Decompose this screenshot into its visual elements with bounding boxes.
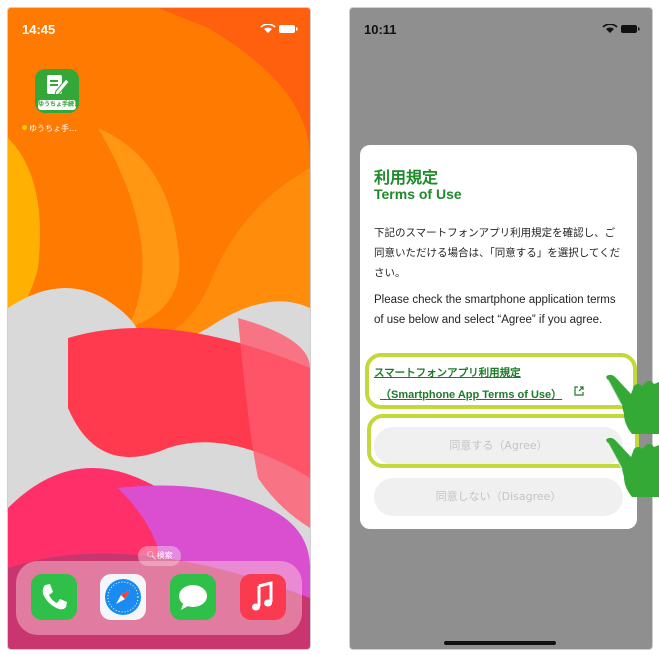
terms-dialog: 利用規定 Terms of Use 下記のスマートフォンアプリ利用規定を確認し、… bbox=[360, 145, 637, 529]
wifi-battery-icon bbox=[602, 24, 640, 33]
new-badge-dot bbox=[22, 125, 27, 130]
disagree-button[interactable]: 同意しない（Disagree） bbox=[374, 478, 623, 516]
music-app-icon[interactable] bbox=[240, 574, 286, 620]
dialog-body-jp: 下記のスマートフォンアプリ利用規定を確認し、ご同意いただける場合は、「同意する」… bbox=[374, 227, 621, 279]
agree-highlight bbox=[367, 414, 639, 468]
phone-app-icon[interactable] bbox=[31, 574, 77, 620]
app-name[interactable]: ゆうちょ手… bbox=[22, 123, 94, 134]
dialog-title: 利用規定 bbox=[374, 168, 439, 187]
status-time: 10:11 bbox=[364, 22, 397, 37]
home-screen: 14:45 ゆうちょ手続き ゆうちょ手… 🔍︎検索 bbox=[7, 7, 311, 650]
status-bar: 10:11 bbox=[350, 8, 652, 42]
document-pen-icon bbox=[47, 75, 70, 96]
dialog-body-en: Please check the smartphone application … bbox=[374, 294, 616, 326]
app-name-text: ゆうちょ手… bbox=[29, 124, 77, 133]
dialog-subtitle: Terms of Use bbox=[374, 186, 462, 202]
search-label: 検索 bbox=[156, 551, 173, 560]
wifi-battery-icon bbox=[260, 24, 298, 33]
link-highlight bbox=[365, 353, 637, 409]
phone-icon bbox=[42, 584, 67, 610]
safari-app-icon[interactable] bbox=[100, 574, 146, 620]
status-time: 14:45 bbox=[22, 22, 56, 37]
messages-app-icon[interactable] bbox=[170, 574, 216, 620]
safari-icon bbox=[105, 579, 141, 615]
terms-screen: 10:11 利用規定 Terms of Use 下記のスマートフォンアプリ利用規… bbox=[349, 7, 653, 650]
messages-icon bbox=[179, 585, 207, 610]
home-indicator bbox=[444, 641, 556, 645]
yucho-app-icon[interactable]: ゆうちょ手続き bbox=[35, 69, 79, 113]
music-icon bbox=[252, 581, 273, 611]
app-icon-label: ゆうちょ手続き bbox=[38, 100, 76, 110]
pointing-hand-icon bbox=[606, 374, 659, 434]
dock bbox=[16, 561, 302, 635]
status-bar: 14:45 bbox=[8, 8, 310, 42]
pointing-hand-icon bbox=[606, 437, 659, 497]
